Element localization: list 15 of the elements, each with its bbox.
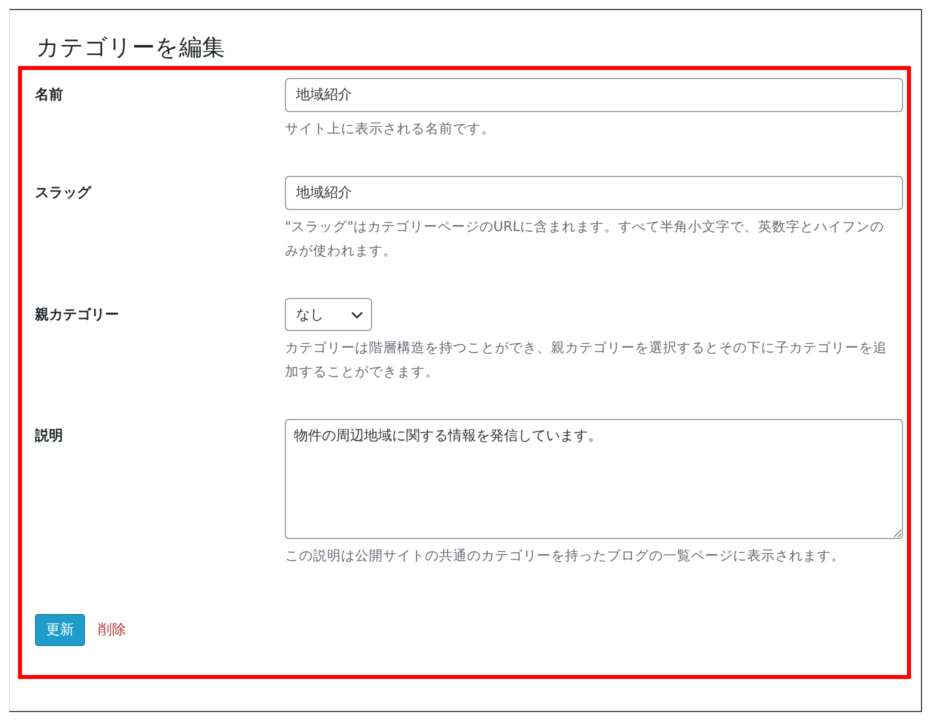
text-field[interactable]: 地域紹介 [285, 78, 903, 112]
text-field[interactable]: 地域紹介 [285, 176, 903, 210]
field-description: サイト上に表示される名前です。 [285, 120, 496, 139]
field-description: カテゴリーは階層構造を持つことができ、親カテゴリーを選択するとその下に子カテゴリーを追加することができます。 [285, 339, 888, 382]
page-title: カテゴリーを編集 [35, 34, 226, 63]
field-label: 説明 [35, 427, 63, 446]
field-description: この説明は公開サイトの共通のカテゴリーを持ったブログの一覧ページに表示されます。 [285, 547, 846, 566]
chevron-down-icon [351, 310, 363, 318]
description-field[interactable]: 物件の周辺地域に関する情報を発信しています。 [285, 419, 903, 539]
delete-link[interactable]: 削除 [98, 621, 126, 639]
field-label: スラッグ [35, 184, 91, 203]
field-label: 親カテゴリー [35, 306, 119, 325]
field-label: 名前 [35, 86, 63, 105]
dropdown[interactable]: なし [285, 298, 372, 331]
field-description: "スラッグ"はカテゴリーページのURLに含まれます。すべて半角小文字で、英数字とハイフンのみが使われます。 [285, 218, 886, 261]
